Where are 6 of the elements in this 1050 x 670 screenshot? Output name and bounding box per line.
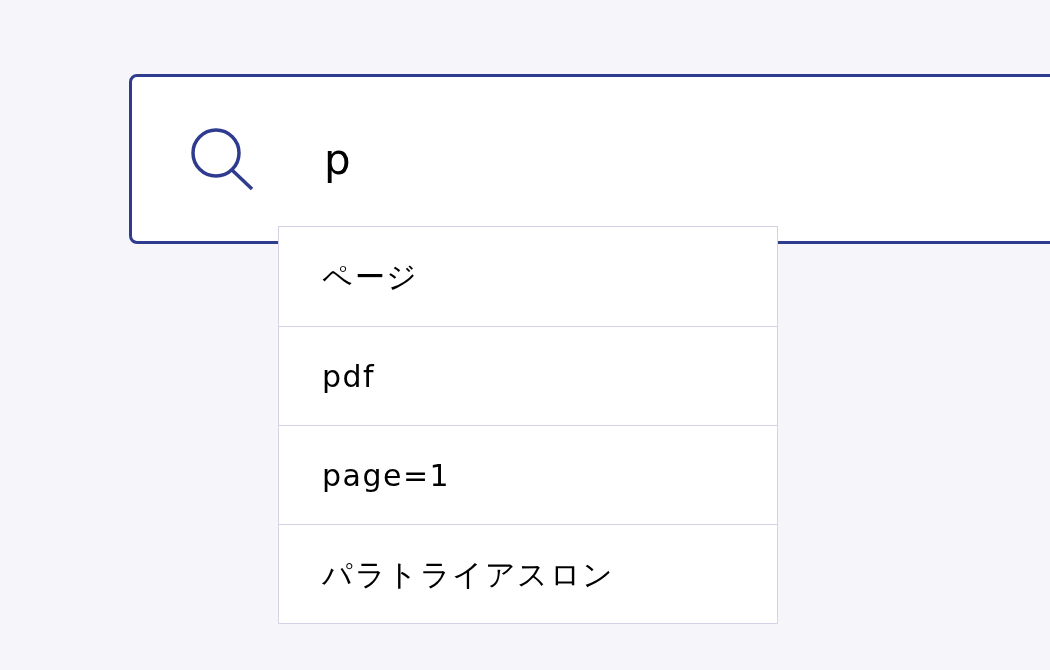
search-input[interactable]: p bbox=[324, 127, 1050, 191]
search-icon bbox=[190, 127, 254, 191]
suggestion-item[interactable]: page=1 bbox=[279, 425, 777, 524]
search-field[interactable]: p bbox=[129, 74, 1050, 244]
suggestion-item[interactable]: pdf bbox=[279, 326, 777, 425]
suggestion-item[interactable]: パラトライアスロン bbox=[279, 524, 777, 623]
